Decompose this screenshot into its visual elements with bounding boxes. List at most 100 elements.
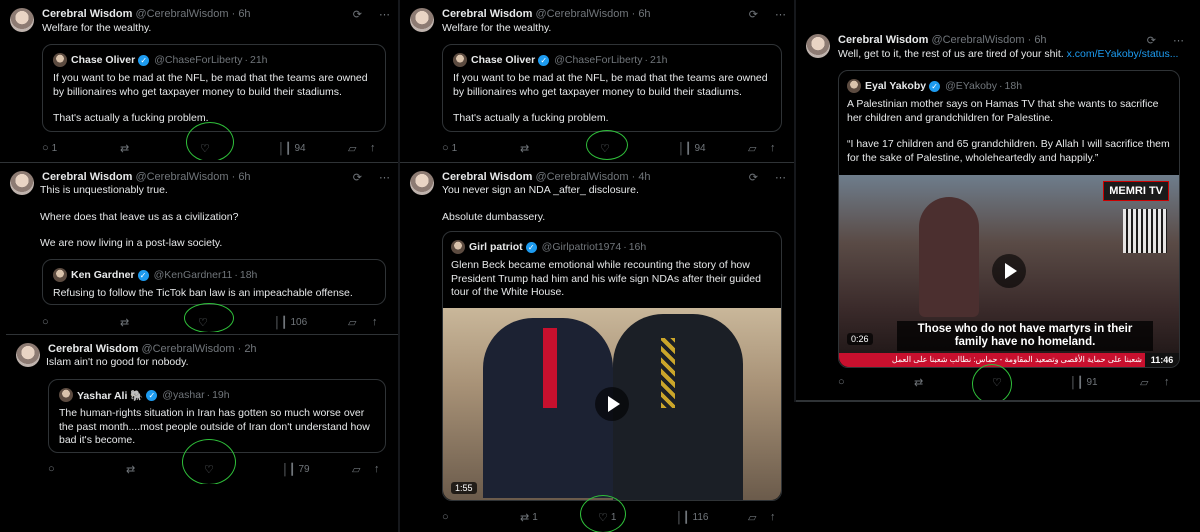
share-button[interactable]: ↑ [770, 511, 776, 523]
views-button[interactable]: │┃ 116 [676, 511, 708, 524]
timestamp[interactable]: 6h [238, 171, 250, 183]
views-icon: │┃ [282, 464, 296, 476]
avatar[interactable] [10, 171, 34, 195]
avatar[interactable] [410, 171, 434, 195]
like-button[interactable]: ♡ [992, 376, 1002, 389]
quote-tweet[interactable]: Yashar Ali 🐘 ✓ @yashar · 19h The human-r… [48, 379, 386, 453]
repost-button[interactable]: ⇄ [126, 463, 135, 476]
more-icon[interactable]: ⋯ [775, 9, 786, 21]
tweet-card-2[interactable]: Cerebral Wisdom @CerebralWisdom · 6h ⟳ ⋯… [400, 0, 794, 160]
more-icon[interactable]: ⋯ [775, 172, 786, 184]
author-name[interactable]: Cerebral Wisdom [42, 171, 132, 183]
speaker-figure [919, 197, 979, 317]
timestamp[interactable]: 6h [638, 8, 650, 20]
like-button[interactable]: ♡ 1 [598, 511, 616, 524]
author-handle[interactable]: @CerebralWisdom [135, 8, 228, 20]
timestamp[interactable]: 6h [1034, 34, 1046, 46]
views-button[interactable]: │┃ 91 [1070, 376, 1098, 389]
repost-icon: ⇄ [126, 464, 136, 476]
avatar[interactable] [16, 343, 40, 367]
bookmark-button[interactable]: ▱ [348, 316, 356, 329]
video-player[interactable]: MEMRI TV Those who do not have martyrs i… [839, 175, 1179, 367]
views-button[interactable]: │┃ 94 [278, 142, 306, 155]
reply-button[interactable]: ○ [442, 511, 449, 523]
bookmark-button[interactable]: ▱ [748, 511, 756, 524]
tweet-card-3[interactable]: Cerebral Wisdom @CerebralWisdom · 6h ⟳ ⋯… [796, 26, 1192, 402]
tweet-card-4[interactable]: Cerebral Wisdom @CerebralWisdom · 6h ⟳ ⋯… [0, 162, 398, 332]
author-name[interactable]: Cerebral Wisdom [42, 8, 132, 20]
more-icon[interactable]: ⋯ [379, 172, 390, 184]
reply-button[interactable]: ○ 1 [442, 142, 457, 154]
bookmark-button[interactable]: ▱ [748, 142, 756, 155]
repost-icon: ⇄ [120, 143, 130, 155]
share-button[interactable]: ↑ [1164, 376, 1170, 388]
author-handle[interactable]: @CerebralWisdom [135, 171, 228, 183]
play-button[interactable] [992, 254, 1026, 288]
reply-icon: ○ [838, 376, 845, 388]
quote-tweet[interactable]: Ken Gardner ✓ @KenGardner11 · 18h Refusi… [42, 259, 386, 305]
tweet-card-1[interactable]: Cerebral Wisdom @CerebralWisdom · 6h ⟳ ⋯… [0, 0, 398, 160]
author-handle[interactable]: @CerebralWisdom [535, 8, 628, 20]
author-handle[interactable]: @CerebralWisdom [535, 171, 628, 183]
grok-icon[interactable]: ⟳ [749, 172, 758, 184]
play-button[interactable] [595, 387, 629, 421]
avatar[interactable] [806, 34, 830, 58]
author-name[interactable]: Cerebral Wisdom [838, 34, 928, 46]
quote-author-name: Chase Oliver [71, 54, 136, 66]
reply-button[interactable]: ○ [48, 463, 55, 475]
status-link[interactable]: x.com/EYakoby/status... [1067, 48, 1179, 60]
reply-button[interactable]: ○ 1 [42, 142, 57, 154]
reply-button[interactable]: ○ [838, 376, 845, 388]
quote-author-handle: @ChaseForLiberty [554, 54, 643, 66]
tweet-card-6[interactable]: Cerebral Wisdom @CerebralWisdom · 2h Isl… [6, 334, 398, 484]
repost-button[interactable]: ⇄ [914, 376, 923, 389]
timestamp[interactable]: 6h [238, 8, 250, 20]
author-name[interactable]: Cerebral Wisdom [48, 343, 138, 355]
author-name[interactable]: Cerebral Wisdom [442, 171, 532, 183]
grok-icon[interactable]: ⟳ [353, 172, 362, 184]
share-button[interactable]: ↑ [770, 142, 776, 154]
like-button[interactable]: ♡ [198, 316, 208, 329]
like-button[interactable]: ♡ [204, 463, 214, 476]
like-button[interactable]: ♡ [200, 142, 210, 155]
author-handle[interactable]: @CerebralWisdom [931, 34, 1024, 46]
views-button[interactable]: │┃ 106 [274, 316, 307, 329]
tweet-card-5[interactable]: Cerebral Wisdom @CerebralWisdom · 4h ⟳ ⋯… [400, 162, 794, 532]
views-button[interactable]: │┃ 94 [678, 142, 706, 155]
video-player[interactable]: 1:55 [443, 308, 781, 500]
repost-button[interactable]: ⇄ 1 [520, 511, 538, 524]
bookmark-button[interactable]: ▱ [1140, 376, 1148, 389]
share-button[interactable]: ↑ [374, 463, 380, 475]
repost-button[interactable]: ⇄ [120, 316, 129, 329]
quote-tweet[interactable]: Girl patriot ✓ @Girlpatriot1974 · 16h Gl… [442, 231, 782, 501]
red-tie [543, 328, 557, 408]
reply-button[interactable]: ○ [42, 316, 49, 328]
quote-text: A Palestinian mother says on Hamas TV th… [847, 98, 1170, 164]
repost-button[interactable]: ⇄ [520, 142, 529, 155]
grok-icon[interactable]: ⟳ [353, 9, 362, 21]
avatar[interactable] [10, 8, 34, 32]
quote-tweet[interactable]: Chase Oliver ✓ @ChaseForLiberty · 21h If… [42, 44, 386, 132]
more-icon[interactable]: ⋯ [1173, 35, 1184, 47]
author-handle[interactable]: @CerebralWisdom [141, 343, 234, 355]
like-button[interactable]: ♡ [600, 142, 610, 155]
author-name[interactable]: Cerebral Wisdom [442, 8, 532, 20]
share-button[interactable]: ↑ [372, 316, 378, 328]
grok-icon[interactable]: ⟳ [1147, 35, 1156, 47]
share-button[interactable]: ↑ [370, 142, 376, 154]
views-button[interactable]: │┃ 79 [282, 463, 310, 476]
views-icon: │┃ [1070, 377, 1084, 389]
tweet-header: Cerebral Wisdom @CerebralWisdom · 2h [48, 343, 257, 355]
bookmark-button[interactable]: ▱ [352, 463, 360, 476]
bookmark-button[interactable]: ▱ [348, 142, 356, 155]
more-icon[interactable]: ⋯ [379, 9, 390, 21]
repost-button[interactable]: ⇄ [120, 142, 129, 155]
timestamp[interactable]: 2h [244, 343, 256, 355]
quote-tweet[interactable]: Chase Oliver ✓ @ChaseForLiberty · 21h If… [442, 44, 782, 132]
qr-code [1123, 209, 1167, 253]
grok-icon[interactable]: ⟳ [749, 9, 758, 21]
avatar[interactable] [410, 8, 434, 32]
quote-author-name: Girl patriot [469, 241, 523, 253]
quote-tweet[interactable]: Eyal Yakoby ✓ @EYakoby · 18h A Palestini… [838, 70, 1180, 368]
timestamp[interactable]: 4h [638, 171, 650, 183]
